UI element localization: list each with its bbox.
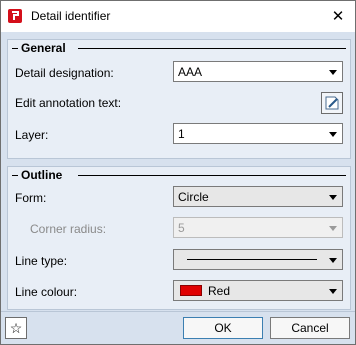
edit-text-icon: [325, 96, 339, 110]
allplan-logo-icon: [8, 9, 22, 23]
layer-label: Layer:: [15, 128, 49, 142]
line-colour-dropdown[interactable]: Red: [173, 280, 343, 301]
corner-radius-label: Corner radius:: [30, 222, 107, 236]
window-title: Detail identifier: [31, 9, 111, 23]
form-value: Circle: [178, 190, 209, 204]
line-colour-value: Red: [208, 284, 231, 298]
footer-divider: [1, 311, 355, 312]
cancel-button[interactable]: Cancel: [270, 317, 350, 339]
outline-heading: Outline: [21, 168, 63, 182]
favorites-button[interactable]: ☆: [5, 317, 27, 339]
close-button[interactable]: ✕: [321, 1, 355, 32]
outline-section: Outline Form: Circle Corner radius: 5 Li…: [7, 166, 351, 310]
corner-radius-dropdown: 5: [173, 217, 343, 238]
line-colour-label: Line colour:: [15, 285, 78, 299]
layer-value: 1: [178, 127, 185, 141]
close-icon: ✕: [331, 8, 345, 25]
ok-button[interactable]: OK: [183, 317, 263, 339]
line-type-label: Line type:: [15, 254, 68, 268]
header-rule: [12, 48, 18, 49]
form-label: Form:: [15, 191, 47, 205]
corner-radius-value: 5: [178, 221, 185, 235]
colour-swatch: [180, 285, 202, 296]
detail-designation-dropdown[interactable]: AAA: [173, 61, 343, 82]
general-section: General Detail designation: AAA Edit ann…: [7, 39, 351, 159]
chevron-down-icon: [329, 289, 337, 294]
edit-annotation-button[interactable]: [321, 92, 343, 114]
general-heading: General: [21, 41, 66, 55]
edit-annotation-label: Edit annotation text:: [15, 96, 122, 110]
star-icon: ☆: [9, 320, 23, 336]
chevron-down-icon: [329, 70, 337, 75]
form-dropdown[interactable]: Circle: [173, 186, 343, 207]
chevron-down-icon: [329, 132, 337, 137]
detail-designation-label: Detail designation:: [15, 66, 114, 80]
chevron-down-icon: [329, 258, 337, 263]
detail-designation-value: AAA: [178, 65, 203, 79]
outline-section-header: Outline: [8, 167, 350, 183]
layer-dropdown[interactable]: 1: [173, 123, 343, 144]
general-section-header: General: [8, 40, 350, 56]
chevron-down-icon: [329, 226, 337, 231]
line-type-dropdown[interactable]: [173, 249, 343, 270]
line-type-preview: [187, 259, 317, 260]
header-rule: [78, 48, 346, 49]
header-rule: [78, 175, 346, 176]
detail-identifier-dialog: Detail identifier ✕ General Detail desig…: [0, 0, 356, 345]
dialog-body: General Detail designation: AAA Edit ann…: [1, 32, 355, 344]
chevron-down-icon: [329, 195, 337, 200]
title-bar: Detail identifier ✕: [1, 1, 355, 32]
header-rule: [12, 175, 18, 176]
